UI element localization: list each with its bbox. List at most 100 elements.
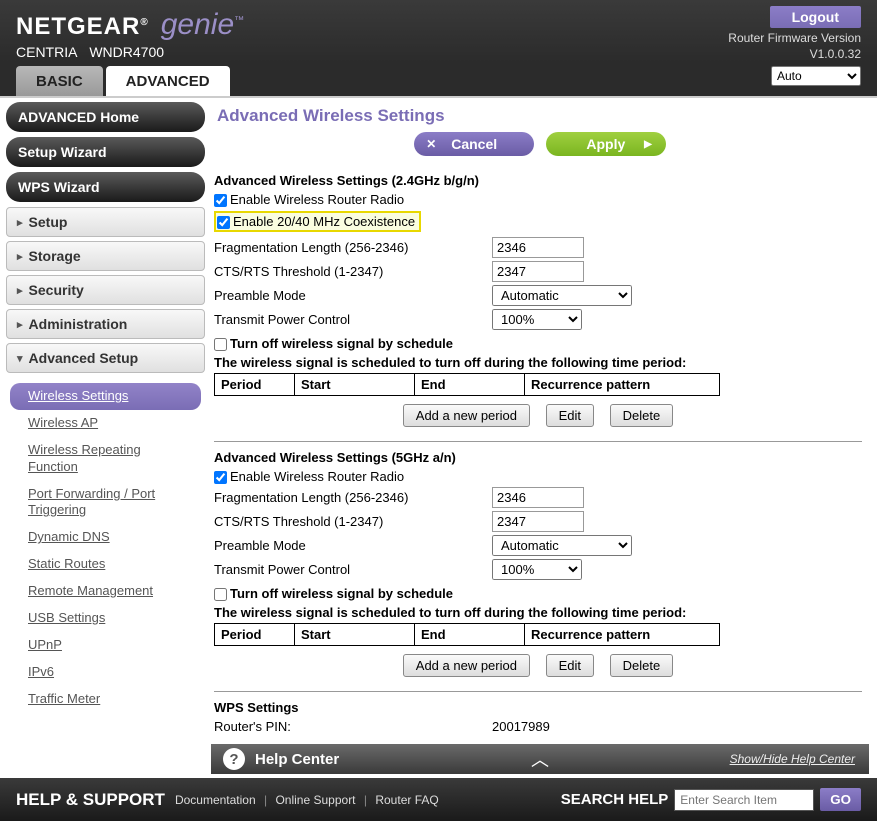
preamble-24-label: Preamble Mode (214, 288, 492, 303)
tabs-row: BASIC ADVANCED Auto (0, 62, 877, 96)
cancel-button[interactable]: ✕Cancel (414, 132, 534, 156)
enable-radio-24-label[interactable]: Enable Wireless Router Radio (214, 192, 404, 207)
col-period: Period (215, 624, 295, 646)
add-period-24-button[interactable]: Add a new period (403, 404, 530, 427)
sidebar-item-wireless-settings[interactable]: Wireless Settings (10, 383, 201, 410)
apply-button[interactable]: Apply▶ (546, 132, 666, 156)
tx-power-5-label: Transmit Power Control (214, 562, 492, 577)
online-support-link[interactable]: Online Support (275, 793, 355, 807)
sidebar-item-upnp[interactable]: UPnP (6, 632, 205, 659)
col-end: End (415, 374, 525, 396)
sched-note-24: The wireless signal is scheduled to turn… (214, 355, 862, 370)
sched-off-5-label[interactable]: Turn off wireless signal by schedule (214, 586, 453, 601)
sidebar: ADVANCED Home Setup Wizard WPS Wizard ▸S… (0, 98, 211, 778)
chevron-right-icon: ▸ (17, 250, 23, 263)
preamble-24-select[interactable]: Automatic (492, 285, 632, 306)
sidebar-group-storage[interactable]: ▸Storage (6, 241, 205, 271)
col-period: Period (215, 374, 295, 396)
cts-rts-24-input[interactable] (492, 261, 584, 282)
schedule-table-5: Period Start End Recurrence pattern (214, 623, 720, 646)
sidebar-item-port-forwarding[interactable]: Port Forwarding / Port Triggering (6, 481, 205, 525)
header: NETGEAR® genie™ CENTRIA WNDR4700 Logout … (0, 0, 877, 62)
enable-radio-24-checkbox[interactable] (214, 194, 227, 207)
footer: HELP & SUPPORT Documentation | Online Su… (0, 778, 877, 821)
edit-period-24-button[interactable]: Edit (546, 404, 594, 427)
frag-length-24-input[interactable] (492, 237, 584, 258)
sched-off-24-label[interactable]: Turn off wireless signal by schedule (214, 336, 453, 351)
divider (214, 691, 862, 692)
cts-rts-5-input[interactable] (492, 511, 584, 532)
chevron-right-icon: ▸ (17, 216, 23, 229)
enable-radio-5-label[interactable]: Enable Wireless Router Radio (214, 469, 404, 484)
sidebar-item-remote-management[interactable]: Remote Management (6, 578, 205, 605)
col-end: End (415, 624, 525, 646)
sched-off-24-checkbox[interactable] (214, 338, 227, 351)
chevron-right-icon: ▸ (17, 318, 23, 331)
frag-length-5-label: Fragmentation Length (256-2346) (214, 490, 492, 505)
logout-button[interactable]: Logout (770, 6, 861, 28)
section-heading-24ghz: Advanced Wireless Settings (2.4GHz b/g/n… (214, 173, 862, 188)
sidebar-item-traffic-meter[interactable]: Traffic Meter (6, 686, 205, 713)
enable-coexistence-label[interactable]: Enable 20/40 MHz Coexistence (217, 214, 415, 229)
genie-logo: genie™ (161, 8, 244, 42)
frag-length-5-input[interactable] (492, 487, 584, 508)
search-help-label: SEARCH HELP (561, 791, 669, 808)
sidebar-wps-wizard[interactable]: WPS Wizard (6, 172, 205, 202)
sidebar-item-dynamic-dns[interactable]: Dynamic DNS (6, 524, 205, 551)
firmware-info: Router Firmware Version V1.0.0.32 (728, 31, 861, 62)
col-recur: Recurrence pattern (525, 624, 720, 646)
enable-coexistence-checkbox[interactable] (217, 216, 230, 229)
schedule-table-24: Period Start End Recurrence pattern (214, 373, 720, 396)
search-go-button[interactable]: GO (820, 788, 861, 811)
delete-period-24-button[interactable]: Delete (610, 404, 674, 427)
tx-power-5-select[interactable]: 100% (492, 559, 582, 580)
section-heading-wps: WPS Settings (214, 700, 862, 715)
documentation-link[interactable]: Documentation (175, 793, 256, 807)
cts-rts-24-label: CTS/RTS Threshold (1-2347) (214, 264, 492, 279)
help-center-title: Help Center (255, 751, 339, 768)
sidebar-item-static-routes[interactable]: Static Routes (6, 551, 205, 578)
sidebar-item-wireless-ap[interactable]: Wireless AP (6, 410, 205, 437)
add-period-5-button[interactable]: Add a new period (403, 654, 530, 677)
col-start: Start (295, 374, 415, 396)
language-select[interactable]: Auto (771, 66, 861, 86)
delete-period-5-button[interactable]: Delete (610, 654, 674, 677)
edit-period-5-button[interactable]: Edit (546, 654, 594, 677)
brand-logo: NETGEAR® (16, 13, 149, 41)
sched-off-5-checkbox[interactable] (214, 588, 227, 601)
frag-length-24-label: Fragmentation Length (256-2346) (214, 240, 492, 255)
chevron-up-icon[interactable]: ︿ (531, 746, 549, 772)
play-icon: ▶ (644, 139, 652, 150)
router-faq-link[interactable]: Router FAQ (375, 793, 438, 807)
cts-rts-5-label: CTS/RTS Threshold (1-2347) (214, 514, 492, 529)
help-center-bar: ? Help Center ︿ Show/Hide Help Center (211, 744, 869, 774)
col-start: Start (295, 624, 415, 646)
help-support-heading: HELP & SUPPORT (16, 790, 165, 810)
sidebar-item-usb-settings[interactable]: USB Settings (6, 605, 205, 632)
sidebar-item-ipv6[interactable]: IPv6 (6, 659, 205, 686)
sidebar-group-setup[interactable]: ▸Setup (6, 207, 205, 237)
chevron-down-icon: ▾ (17, 352, 23, 365)
close-icon: ✕ (426, 137, 436, 151)
sidebar-group-administration[interactable]: ▸Administration (6, 309, 205, 339)
settings-scroll-area[interactable]: Advanced Wireless Settings (2.4GHz b/g/n… (211, 164, 869, 742)
help-icon: ? (223, 748, 245, 770)
content-area: Advanced Wireless Settings ✕Cancel Apply… (211, 98, 877, 778)
page-title: Advanced Wireless Settings (211, 102, 869, 132)
search-help-input[interactable] (674, 789, 814, 811)
preamble-5-select[interactable]: Automatic (492, 535, 632, 556)
sidebar-setup-wizard[interactable]: Setup Wizard (6, 137, 205, 167)
tx-power-24-label: Transmit Power Control (214, 312, 492, 327)
tx-power-24-select[interactable]: 100% (492, 309, 582, 330)
sidebar-group-security[interactable]: ▸Security (6, 275, 205, 305)
chevron-right-icon: ▸ (17, 284, 23, 297)
tab-basic[interactable]: BASIC (16, 66, 103, 96)
sidebar-item-wireless-repeating[interactable]: Wireless Repeating Function (6, 437, 205, 481)
advanced-setup-submenu: Wireless Settings Wireless AP Wireless R… (6, 377, 205, 721)
tab-advanced[interactable]: ADVANCED (106, 66, 230, 96)
router-pin-value: 20017989 (492, 719, 550, 734)
sidebar-group-advanced-setup[interactable]: ▾Advanced Setup (6, 343, 205, 373)
sidebar-advanced-home[interactable]: ADVANCED Home (6, 102, 205, 132)
help-toggle-link[interactable]: Show/Hide Help Center (730, 752, 855, 766)
enable-radio-5-checkbox[interactable] (214, 471, 227, 484)
